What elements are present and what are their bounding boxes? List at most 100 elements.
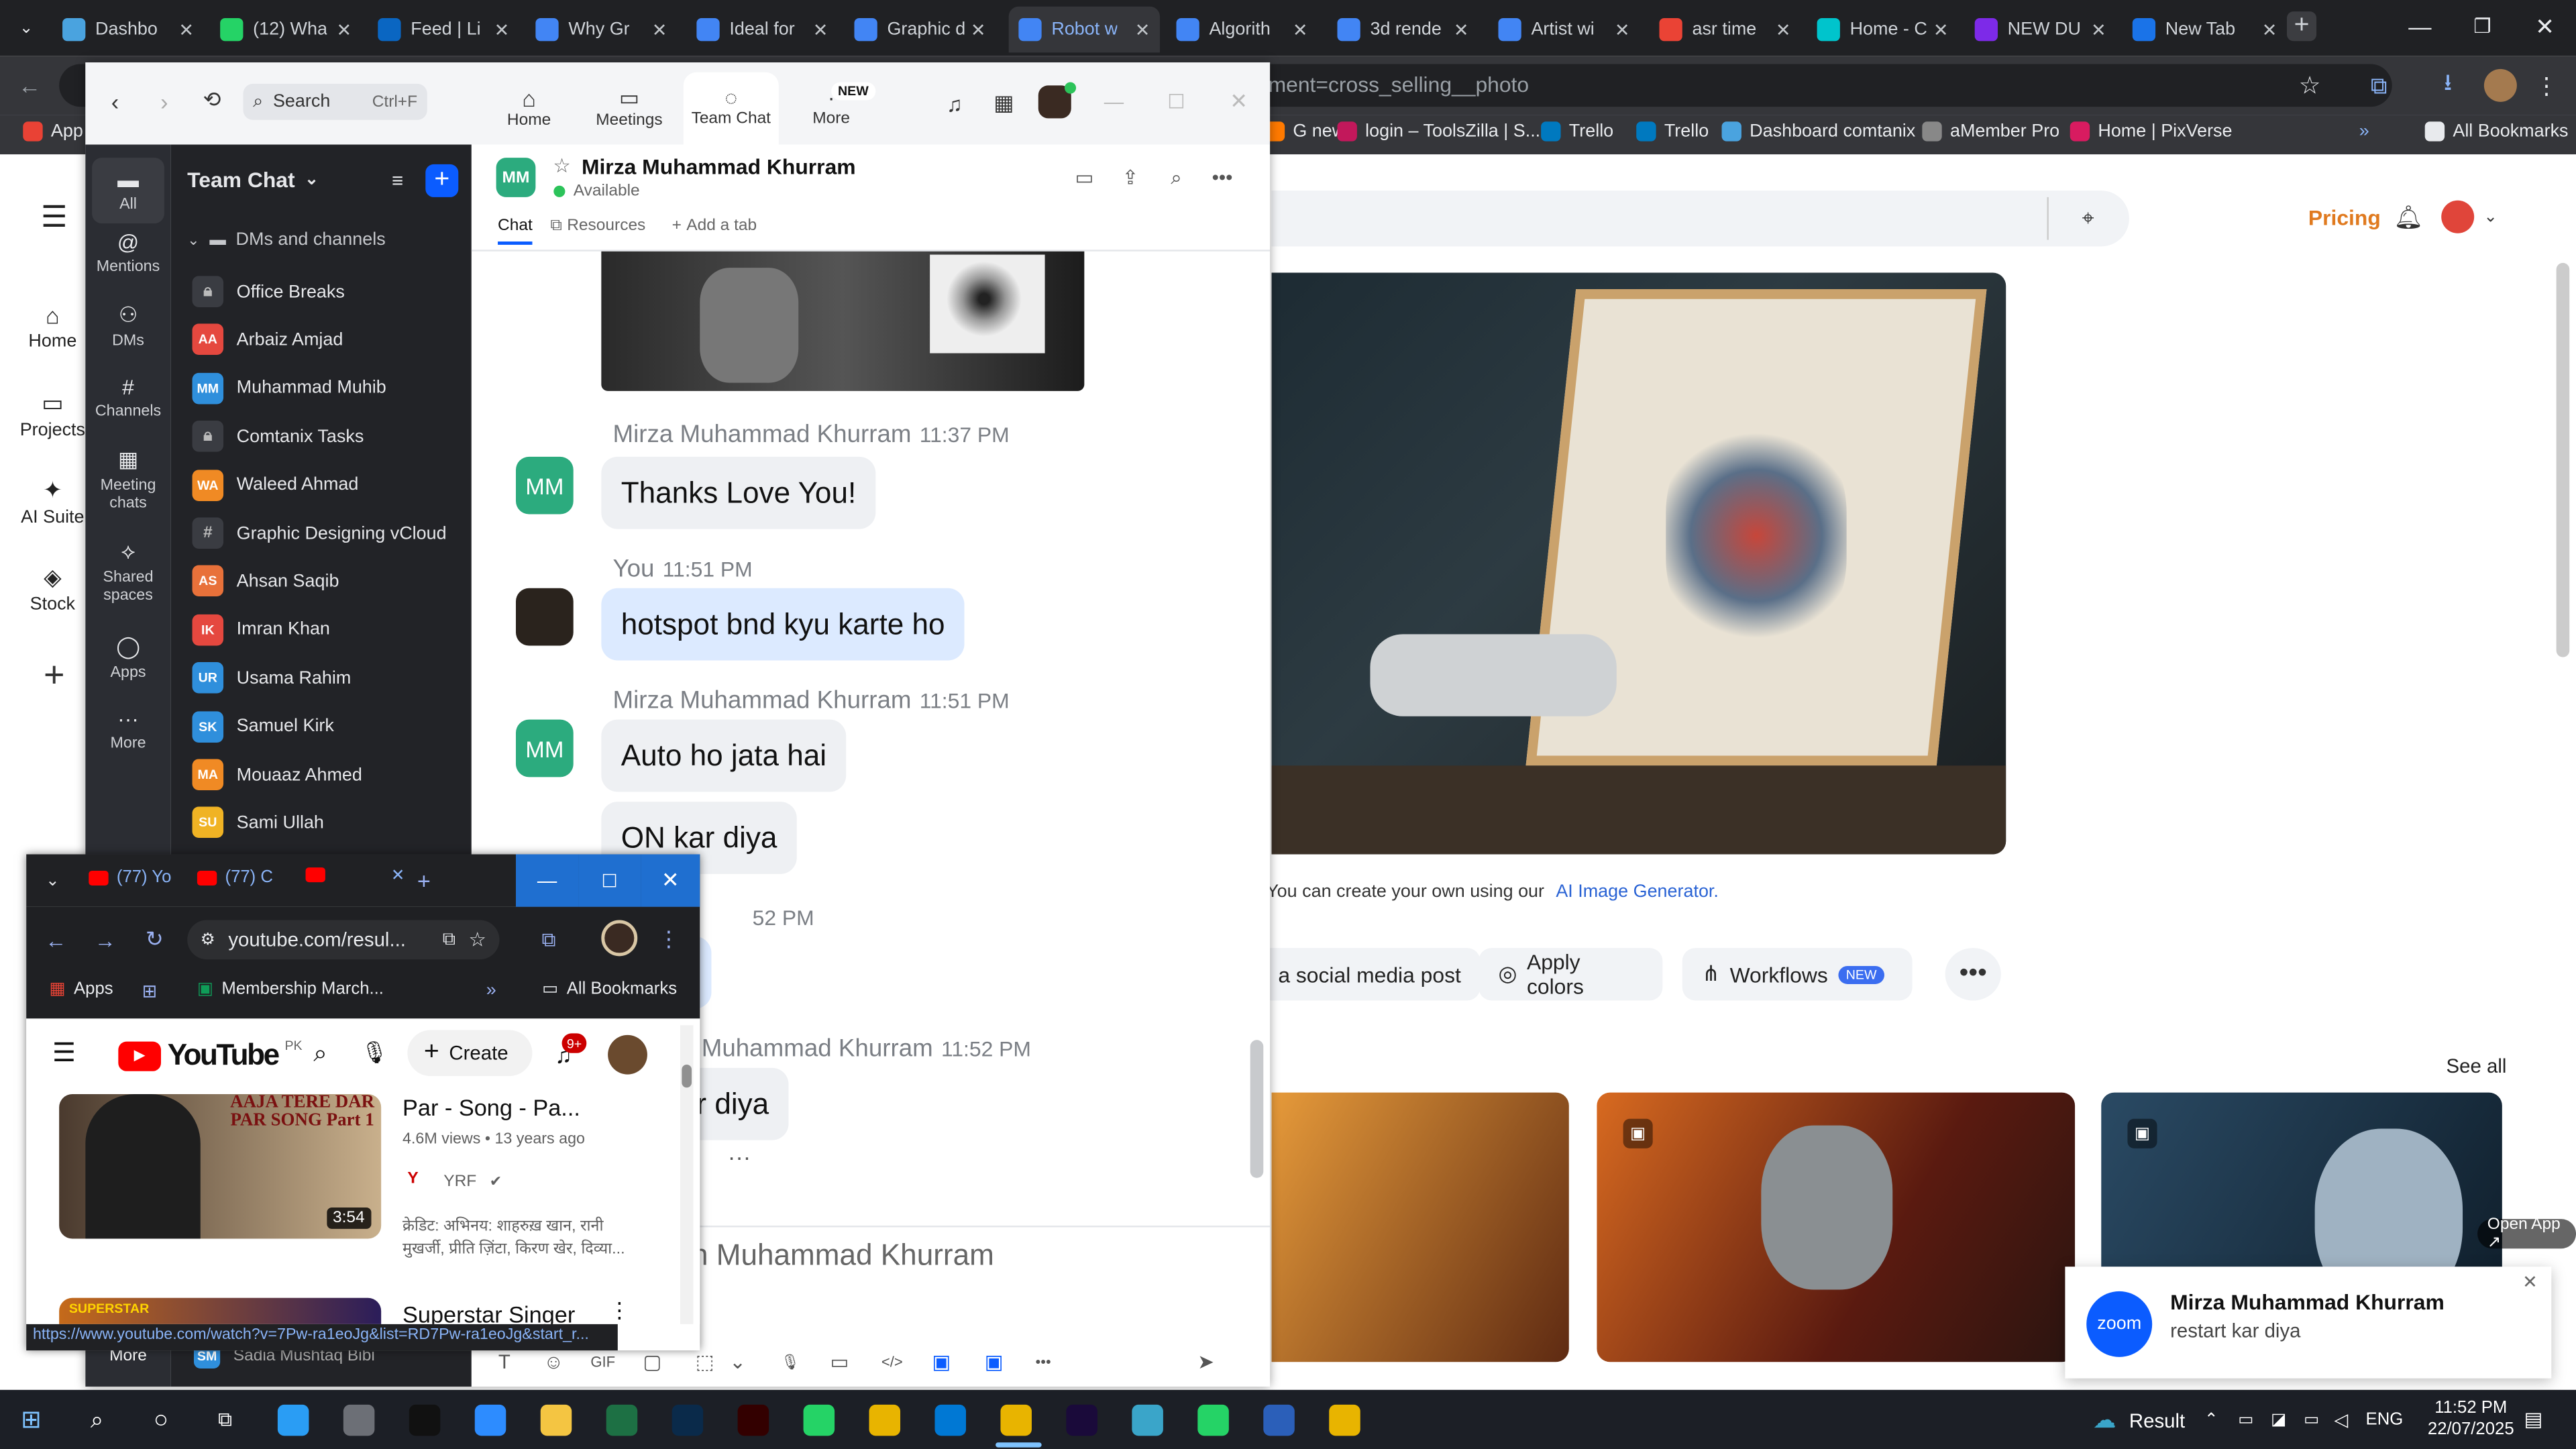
browser-tab[interactable]: Why Gr ✕ [526, 7, 677, 53]
video-message-icon[interactable]: ▭ [823, 1347, 856, 1377]
dms-channels-section[interactable]: ⌄ ▬ DMs and channels [187, 230, 385, 250]
gif-icon[interactable]: GIF [586, 1347, 619, 1377]
bookmark-apps[interactable]: ▦ Apps [49, 979, 113, 999]
browser-tab[interactable]: Dashbo ✕ [52, 7, 203, 53]
video-call-icon[interactable]: ▭ [1071, 164, 1097, 191]
browser-tab[interactable]: Ideal for ✕ [687, 7, 838, 53]
close-icon[interactable]: ✕ [2518, 1270, 2541, 1293]
folder-icon[interactable] [540, 1404, 572, 1436]
gallery-image-2[interactable]: ▣ [1597, 1092, 2076, 1362]
yt-avatar[interactable] [608, 1034, 647, 1075]
search-icon[interactable]: ⌕ [1163, 164, 1189, 191]
word-icon[interactable] [1263, 1404, 1295, 1436]
edge-icon[interactable] [277, 1404, 309, 1436]
hamburger-menu-icon[interactable]: ☰ [49, 1038, 78, 1068]
browser-tab[interactable]: Feed | Li ✕ [368, 7, 519, 53]
browser-tab[interactable]: Robot w ✕ [1008, 6, 1160, 53]
hamburger-menu-icon[interactable]: ☰ [36, 200, 72, 233]
close-tab-icon[interactable]: ✕ [2262, 19, 2277, 40]
tab-search-button[interactable]: ⌄ [10, 13, 43, 43]
rail-item[interactable]: ⚇ DMs [85, 303, 170, 350]
browser-tab[interactable]: Artist wi ✕ [1489, 7, 1640, 53]
rail-item[interactable]: ▦ Meeting chats [85, 447, 170, 513]
tab-groups-icon[interactable]: ⊞ [138, 979, 161, 1002]
maximize-button[interactable]: ☐ [1163, 89, 1189, 115]
address-url[interactable]: ment=cross_selling__photo [1269, 72, 1529, 97]
contact-item[interactable]: MM Muhammad Muhib [192, 372, 386, 404]
contact-item[interactable]: UR Usama Rahim [192, 662, 351, 694]
chevron-down-icon[interactable]: ⌄ [721, 1347, 754, 1377]
rail-item[interactable]: ▬ All [92, 158, 164, 224]
bookmark-item[interactable]: Home | PixVerse [2070, 121, 2233, 142]
code-icon[interactable]: </> [875, 1347, 908, 1377]
chip-apply-colors[interactable]: ◎ Apply colors [1479, 948, 1663, 1001]
pricing-link[interactable]: Pricing [2308, 205, 2381, 230]
bookmark-star-icon[interactable]: ☆ [2294, 69, 2326, 102]
bookmark-item[interactable]: Trello [1636, 121, 1709, 142]
weather-icon[interactable]: ☁ [2090, 1403, 2119, 1436]
app-icon[interactable]: ▣ [977, 1347, 1010, 1377]
filter-icon[interactable]: ≡ [384, 168, 411, 194]
close-tab-icon[interactable]: ✕ [494, 19, 510, 40]
premiere-icon[interactable] [1066, 1404, 1097, 1436]
rail-item[interactable]: # Channels [85, 374, 170, 421]
close-window-button[interactable]: ✕ [2527, 10, 2563, 43]
restore-button[interactable]: ❐ [2464, 10, 2500, 43]
chip-workflows[interactable]: ⋔ Workflows NEW [1682, 948, 1913, 1001]
contact-item[interactable]: # Graphic Designing vCloud [192, 517, 447, 549]
message-bubble[interactable]: Auto ho jata hai [601, 719, 847, 792]
chrome-icon[interactable] [1329, 1404, 1360, 1436]
illustrator-icon[interactable] [737, 1404, 769, 1436]
tab-meetings[interactable]: ▭ Meetings [590, 85, 669, 129]
chrome-menu-icon[interactable]: ⋮ [2533, 69, 2559, 102]
close-button[interactable]: ✕ [641, 854, 700, 907]
whatsapp-icon[interactable] [1197, 1404, 1229, 1436]
new-chat-button[interactable]: + [425, 164, 459, 197]
browser-tab[interactable]: (12) Wha ✕ [210, 7, 361, 53]
contact-item[interactable]: WA Waleed Ahmad [192, 469, 358, 500]
screen-icon[interactable]: ▭ [2235, 1406, 2257, 1432]
search-result-label[interactable]: Result [2129, 1409, 2185, 1432]
contact-item[interactable]: IK Imran Khan [192, 614, 330, 645]
chat-tab-add[interactable]: + Add a tab [672, 217, 757, 235]
more-options-button[interactable]: ••• [1945, 948, 2001, 1001]
close-button[interactable]: ✕ [1226, 89, 1252, 115]
more-bookmarks-icon[interactable]: » [2359, 121, 2369, 141]
page-scrollbar[interactable] [2556, 262, 2570, 657]
back-arrow-icon[interactable]: ‹ [102, 87, 128, 117]
gallery-image-1[interactable] [1271, 1092, 1569, 1362]
volume-icon[interactable]: ◁ [2330, 1406, 2353, 1432]
close-tab-icon[interactable]: ✕ [971, 19, 986, 40]
contact-item[interactable]: MA Mouaaz Ahmed [192, 759, 362, 790]
youtube-logo[interactable]: ▶ YouTube PK [118, 1038, 303, 1073]
contact-item[interactable]: AS Ahsan Saqib [192, 566, 339, 597]
bookmark-item[interactable]: App [23, 121, 83, 142]
task-view-icon[interactable]: ⧉ [210, 1405, 239, 1434]
new-tab-button[interactable]: + [411, 867, 437, 894]
browser-tab[interactable]: Home - C ✕ [1807, 7, 1958, 53]
close-tab-icon[interactable]: ✕ [1933, 19, 1949, 40]
bookmark-membership[interactable]: ▣ Membership March... [197, 979, 384, 999]
maximize-button[interactable]: ☐ [578, 854, 641, 907]
close-tab-icon[interactable]: ✕ [652, 19, 667, 40]
new-tab-button[interactable]: + [2287, 11, 2317, 42]
yt-address-field[interactable]: ⚙ youtube.com/resul... ⧉ ☆ [187, 920, 500, 960]
more-options-icon[interactable]: ⋮ [608, 1298, 630, 1324]
create-button[interactable]: + Create [407, 1030, 533, 1077]
profile-avatar[interactable] [601, 920, 638, 957]
close-tab-icon[interactable]: ✕ [337, 19, 352, 40]
chevron-down-icon[interactable]: ⌄ [2481, 204, 2500, 230]
bookmark-item[interactable]: Dashboard comtanix [1721, 121, 1915, 142]
file-icon[interactable]: ▢ [636, 1347, 669, 1377]
clock[interactable]: 11:52 PM 22/07/2025 [2422, 1398, 2520, 1441]
zoom-icon[interactable] [474, 1404, 506, 1436]
open-app-button[interactable]: Open App ↗ [2477, 1216, 2576, 1252]
video-thumbnail[interactable]: SUPERSTAR [59, 1297, 382, 1324]
rail-item[interactable]: ◯ Apps [85, 634, 170, 682]
bookmark-all[interactable]: ▭ All Bookmarks [542, 979, 677, 999]
message-bubble[interactable]: hotspot bnd kyu karte ho [601, 588, 965, 661]
extensions-icon[interactable]: ⧉ [535, 926, 561, 953]
bell-icon[interactable]: ♫︎ [940, 89, 969, 118]
bookmark-item[interactable]: aMember Pro [1922, 121, 2059, 142]
chat-scrollbar[interactable] [1250, 1040, 1264, 1178]
